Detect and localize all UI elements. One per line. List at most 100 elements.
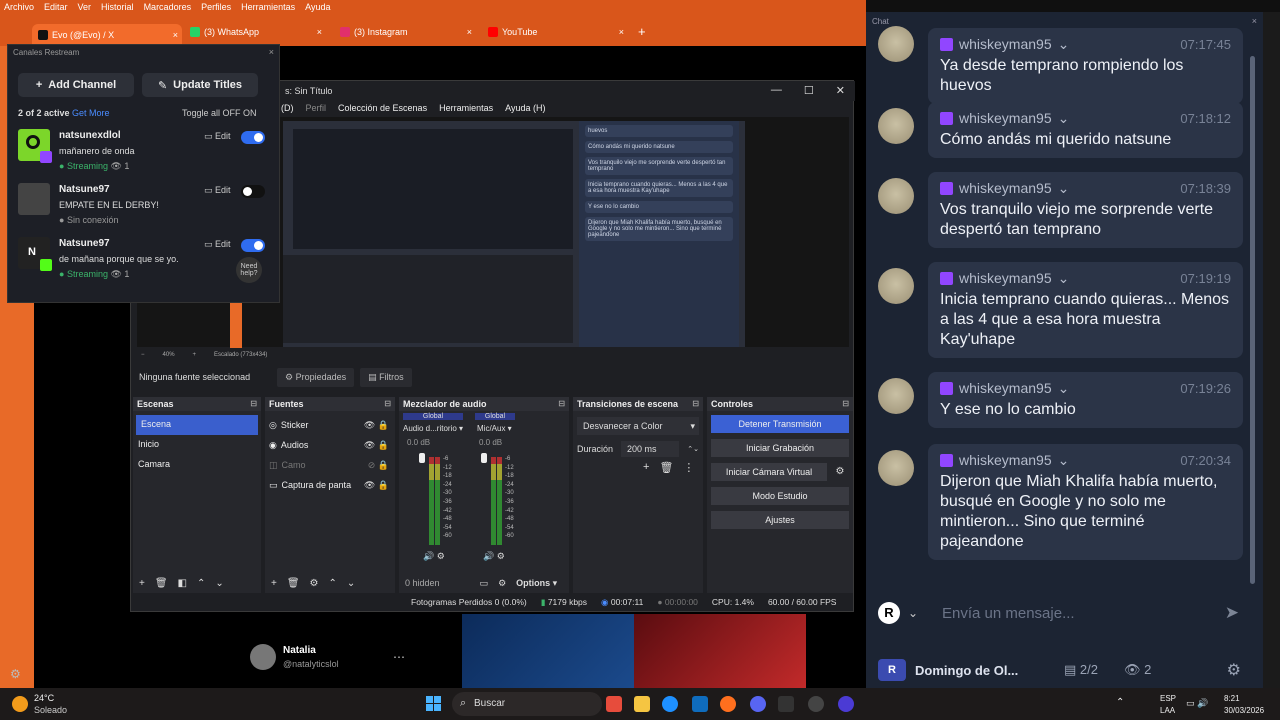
- update-titles-button[interactable]: ✎ Update Titles: [142, 73, 258, 97]
- minimize-icon[interactable]: —: [771, 84, 782, 97]
- message-user[interactable]: whiskeyman95: [959, 110, 1052, 126]
- tab-whatsapp[interactable]: (3) WhatsApp ×: [184, 22, 326, 42]
- volume-slider-handle[interactable]: [481, 453, 487, 463]
- add-icon[interactable]: +: [271, 578, 277, 589]
- close-icon[interactable]: ×: [619, 27, 624, 37]
- visibility-lock-icons[interactable]: 👁 🔒: [364, 420, 389, 431]
- mixer-speaker-icons[interactable]: 🔊 ⚙: [423, 551, 445, 562]
- discord-icon[interactable]: [750, 696, 766, 712]
- mixer-speaker-icons[interactable]: 🔊 ⚙: [483, 551, 505, 562]
- chevron-up-icon[interactable]: ⌃: [1116, 697, 1124, 708]
- filter-icon[interactable]: ◧: [178, 578, 187, 589]
- close-icon[interactable]: ×: [269, 47, 274, 57]
- spin-icon[interactable]: ⌃⌄: [687, 445, 699, 453]
- filters-button[interactable]: ▤ Filtros: [360, 367, 412, 387]
- popout-icon[interactable]: ⊟: [384, 399, 391, 408]
- transition-select[interactable]: Desvanecer a Color ▾: [577, 417, 699, 435]
- obs-menu-item[interactable]: Perfil: [306, 103, 327, 113]
- tab-youtube[interactable]: YouTube ×: [482, 22, 628, 42]
- popout-icon[interactable]: ⊟: [250, 399, 257, 408]
- clock-date[interactable]: 30/03/2026: [1224, 706, 1264, 715]
- obs-menu-item[interactable]: Herramientas: [439, 103, 493, 113]
- close-icon[interactable]: ×: [317, 27, 322, 37]
- need-help-button[interactable]: Need help?: [236, 257, 262, 283]
- popout-icon[interactable]: ⊟: [558, 399, 565, 408]
- settings-gear-icon[interactable]: ⚙: [10, 667, 21, 681]
- source-item[interactable]: ◎ Sticker 👁 🔒: [265, 415, 395, 435]
- visibility-lock-icons[interactable]: 👁 🔒: [364, 480, 389, 491]
- duration-input[interactable]: 200 ms: [621, 441, 680, 457]
- taskbar-search[interactable]: ⌕ Buscar: [452, 692, 602, 716]
- more-icon[interactable]: ⋮: [683, 461, 694, 474]
- folder-icon[interactable]: [634, 696, 650, 712]
- down-icon[interactable]: ⌄: [347, 578, 355, 589]
- language-layout[interactable]: LAA: [1160, 706, 1175, 715]
- channel-toggle[interactable]: [241, 239, 265, 252]
- restream-logo-icon[interactable]: R: [878, 602, 900, 624]
- clock-time[interactable]: 8:21: [1224, 694, 1240, 703]
- windows-start-icon[interactable]: [426, 696, 441, 711]
- options-dropdown[interactable]: Options ▾: [516, 578, 557, 589]
- network-volume-icons[interactable]: ▭ 🔊: [1186, 698, 1208, 709]
- popout-icon[interactable]: ⊟: [842, 399, 849, 408]
- more-icon[interactable]: ⋯: [393, 650, 405, 664]
- mixer-channel-2[interactable]: Mic/Aux ▾: [477, 424, 512, 433]
- scene-item[interactable]: Inicio: [133, 435, 261, 455]
- close-icon[interactable]: ×: [173, 30, 178, 40]
- edit-button[interactable]: ▭ Edit: [204, 239, 231, 250]
- gear-icon[interactable]: ⚙: [310, 578, 319, 589]
- studio-mode-button[interactable]: Modo Estudio: [711, 487, 849, 505]
- obs-menu-item[interactable]: (D): [281, 103, 294, 113]
- start-recording-button[interactable]: Iniciar Grabación: [711, 439, 849, 457]
- visibility-lock-icons[interactable]: ⊘ 🔒: [368, 460, 389, 471]
- source-item[interactable]: ▭ Captura de panta 👁 🔒: [265, 475, 395, 495]
- trash-icon[interactable]: 🗑: [155, 578, 168, 589]
- down-icon[interactable]: ⌄: [215, 578, 223, 589]
- add-icon[interactable]: +: [139, 578, 145, 589]
- mixer-settings-icon[interactable]: ⚙: [498, 578, 506, 589]
- add-channel-button[interactable]: + Add Channel: [18, 73, 134, 97]
- chevron-down-icon[interactable]: ⌄: [1058, 110, 1070, 127]
- maximize-icon[interactable]: ☐: [804, 84, 814, 97]
- toggle-all[interactable]: Toggle all OFF ON: [182, 108, 257, 118]
- video-thumbnail[interactable]: [462, 614, 634, 688]
- visibility-lock-icons[interactable]: 👁 🔒: [364, 440, 389, 451]
- weather-desc[interactable]: Soleado: [34, 705, 67, 715]
- edit-button[interactable]: ▭ Edit: [204, 185, 231, 196]
- outlook-icon[interactable]: [692, 696, 708, 712]
- message-user[interactable]: whiskeyman95: [959, 270, 1052, 286]
- video-thumbnail[interactable]: [634, 614, 806, 688]
- weather-temp[interactable]: 24°C: [34, 693, 54, 703]
- close-icon[interactable]: ×: [1252, 16, 1257, 26]
- message-user[interactable]: whiskeyman95: [959, 180, 1052, 196]
- gear-icon[interactable]: ⚙: [831, 463, 849, 481]
- obs-menu-item[interactable]: Ayuda (H): [505, 103, 545, 113]
- obs-menu-item[interactable]: Colección de Escenas: [338, 103, 427, 113]
- chevron-down-icon[interactable]: ⌄: [1058, 180, 1070, 197]
- close-icon[interactable]: ✕: [836, 84, 845, 97]
- add-icon[interactable]: +: [643, 461, 649, 474]
- edge-icon[interactable]: [662, 696, 678, 712]
- menu-archivo[interactable]: Archivo: [4, 2, 34, 12]
- menu-ayuda[interactable]: Ayuda: [305, 2, 330, 12]
- send-icon[interactable]: ➤: [1225, 603, 1239, 623]
- chevron-down-icon[interactable]: ⌄: [1058, 380, 1070, 397]
- stop-stream-button[interactable]: Detener Transmisión: [711, 415, 849, 433]
- new-tab-button[interactable]: +: [638, 24, 646, 39]
- copilot-icon[interactable]: [606, 696, 622, 712]
- get-more-link[interactable]: Get More: [72, 108, 110, 118]
- chevron-down-icon[interactable]: ⌄: [908, 606, 918, 620]
- message-user[interactable]: whiskeyman95: [959, 36, 1052, 52]
- message-input[interactable]: Envía un mensaje...: [942, 605, 1075, 622]
- close-icon[interactable]: ×: [467, 27, 472, 37]
- firefox-icon[interactable]: [720, 696, 736, 712]
- properties-button[interactable]: ⚙ Propiedades: [277, 367, 355, 387]
- scene-item[interactable]: Camara: [133, 455, 261, 475]
- zoom-in-icon[interactable]: +: [193, 352, 197, 358]
- capcut-icon[interactable]: [778, 696, 794, 712]
- scene-item[interactable]: Escena: [136, 415, 258, 435]
- up-icon[interactable]: ⌃: [197, 578, 205, 589]
- gear-icon[interactable]: ⚙: [1227, 660, 1241, 680]
- mixer-channel-1[interactable]: Audio d...ritorio ▾: [403, 424, 463, 433]
- language-code[interactable]: ESP: [1160, 694, 1176, 703]
